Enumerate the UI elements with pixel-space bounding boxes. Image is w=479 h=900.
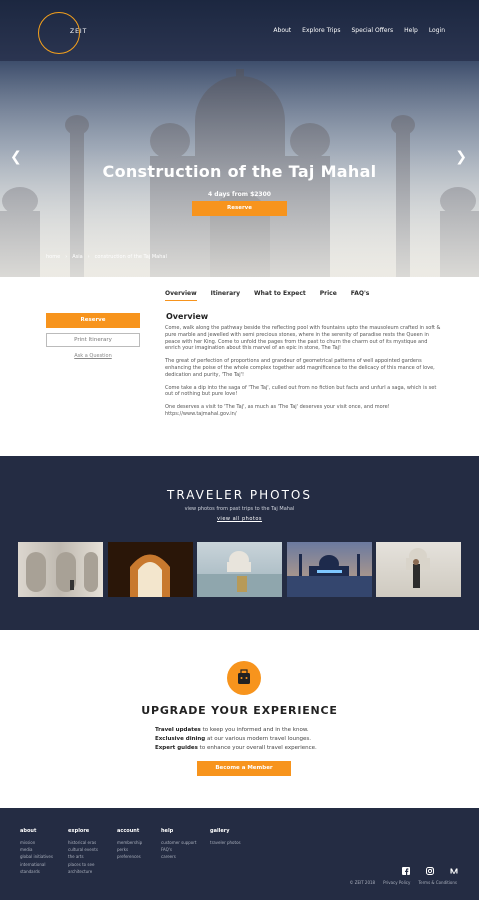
benefit-item: Exclusive dining at our various modern t… xyxy=(155,736,312,742)
hero-banner: ❮ ❯ Construction of the Taj Mahal 4 days… xyxy=(0,61,479,277)
footer-link[interactable]: preferences xyxy=(117,853,142,860)
hero-reserve-button[interactable]: Reserve xyxy=(192,201,287,216)
benefit-item: Travel updates to keep you informed and … xyxy=(155,727,309,733)
footer-column-help: help customer support FAQ's careers xyxy=(161,828,197,860)
photos-subtitle: view photos from past trips to the Taj M… xyxy=(184,506,295,512)
instagram-icon[interactable] xyxy=(426,867,434,875)
site-footer: about mission media global initiatives i… xyxy=(0,808,479,900)
logo[interactable]: ZEIT xyxy=(38,12,86,54)
footer-link[interactable]: architecture xyxy=(68,868,98,875)
breadcrumb-home[interactable]: home xyxy=(46,254,60,260)
footer-link[interactable]: FAQ's xyxy=(161,846,196,853)
traveler-photos-section: TRAVELER PHOTOS view photos from past tr… xyxy=(0,456,479,630)
footer-column-account: account membership perks preferences xyxy=(117,828,143,860)
nav-about[interactable]: About xyxy=(273,27,291,34)
reserve-button[interactable]: Reserve xyxy=(46,313,140,328)
tab-faqs[interactable]: FAQ's xyxy=(351,290,370,301)
upgrade-benefits: Travel updates to keep you informed and … xyxy=(155,726,317,753)
tab-price[interactable]: Price xyxy=(320,290,337,301)
ask-question-link[interactable]: Ask a Question xyxy=(46,353,140,359)
footer-legal: © ZEIT 2018 Privacy Policy Terms & Condi… xyxy=(349,880,457,885)
footer-link[interactable]: traveler photos xyxy=(210,839,241,846)
upgrade-title: UPGRADE YOUR EXPERIENCE xyxy=(141,704,338,717)
overview-paragraph: Come, walk along the pathway beside the … xyxy=(165,325,441,352)
footer-link[interactable]: places to see xyxy=(68,861,98,868)
footer-link[interactable]: mission xyxy=(20,839,53,846)
privacy-policy-link[interactable]: Privacy Policy xyxy=(383,880,410,885)
nav-help[interactable]: Help xyxy=(404,27,418,34)
logo-text: ZEIT xyxy=(70,28,88,35)
breadcrumb-separator-icon: › xyxy=(87,254,90,260)
footer-link[interactable]: international xyxy=(20,861,53,868)
traveler-photo[interactable] xyxy=(108,542,193,597)
traveler-photo[interactable] xyxy=(376,542,461,597)
overview-paragraph: The great of perfection of proportions a… xyxy=(165,358,435,378)
breadcrumb-current: construction of the Taj Mahal xyxy=(94,254,167,260)
tab-overview[interactable]: Overview xyxy=(165,290,197,301)
traveler-photo[interactable] xyxy=(197,542,282,597)
overview-paragraph: Come take a dip into the saga of 'The Ta… xyxy=(165,384,437,398)
breadcrumb-asia[interactable]: Asia xyxy=(72,254,82,260)
print-itinerary-button[interactable]: Print Itinerary xyxy=(46,333,140,347)
footer-column-explore: explore historical eras cultural events … xyxy=(68,828,98,875)
footer-link[interactable]: customer support xyxy=(161,839,196,846)
benefit-item: Expert guides to enhance your overall tr… xyxy=(155,745,317,751)
overview-heading: Overview xyxy=(166,312,209,321)
tab-itinerary[interactable]: Itinerary xyxy=(211,290,240,301)
overview-paragraph: One deserves a visit to 'The Taj', as mu… xyxy=(165,404,390,417)
footer-column-gallery: gallery traveler photos xyxy=(210,828,241,846)
traveler-photo[interactable] xyxy=(18,542,103,597)
site-header: ZEIT About Explore Trips Special Offers … xyxy=(0,0,479,61)
footer-column-about: about mission media global initiatives i… xyxy=(20,828,53,875)
footer-link[interactable]: membership xyxy=(117,839,142,846)
footer-link[interactable]: perks xyxy=(117,846,142,853)
nav-login[interactable]: Login xyxy=(429,27,445,34)
terms-link[interactable]: Terms & Conditions xyxy=(418,880,457,885)
copyright: © ZEIT 2018 xyxy=(349,880,376,885)
overview-text: Come, walk along the pathway beside the … xyxy=(165,325,443,424)
main-nav: About Explore Trips Special Offers Help … xyxy=(273,27,445,34)
trip-tabs: Overview Itinerary What to Expect Price … xyxy=(165,290,369,301)
trip-actions: Reserve Print Itinerary Ask a Question xyxy=(46,313,140,359)
view-all-photos-link[interactable]: view all photos xyxy=(0,516,479,522)
medium-icon[interactable] xyxy=(450,867,458,875)
footer-link[interactable]: standards xyxy=(20,868,53,875)
footer-link[interactable]: careers xyxy=(161,853,196,860)
nav-special-offers[interactable]: Special Offers xyxy=(351,27,393,34)
breadcrumb: home › Asia › construction of the Taj Ma… xyxy=(46,254,167,260)
hero-title: Construction of the Taj Mahal xyxy=(102,162,377,181)
photos-title: TRAVELER PHOTOS xyxy=(167,488,312,502)
footer-link[interactable]: historical eras xyxy=(68,839,98,846)
become-member-button[interactable]: Become a Member xyxy=(197,761,291,776)
traveler-photo[interactable] xyxy=(287,542,372,597)
facebook-icon[interactable] xyxy=(402,867,410,875)
tab-what-to-expect[interactable]: What to Expect xyxy=(254,290,306,301)
footer-link[interactable]: media xyxy=(20,846,53,853)
footer-link[interactable]: cultural events xyxy=(68,846,98,853)
breadcrumb-separator-icon: › xyxy=(65,254,68,260)
footer-link[interactable]: the arts xyxy=(68,853,98,860)
luggage-icon xyxy=(227,661,261,695)
nav-explore-trips[interactable]: Explore Trips xyxy=(302,27,340,34)
hero-price: 4 days from $2300 xyxy=(208,191,271,198)
footer-link[interactable]: global initiatives xyxy=(20,853,53,860)
